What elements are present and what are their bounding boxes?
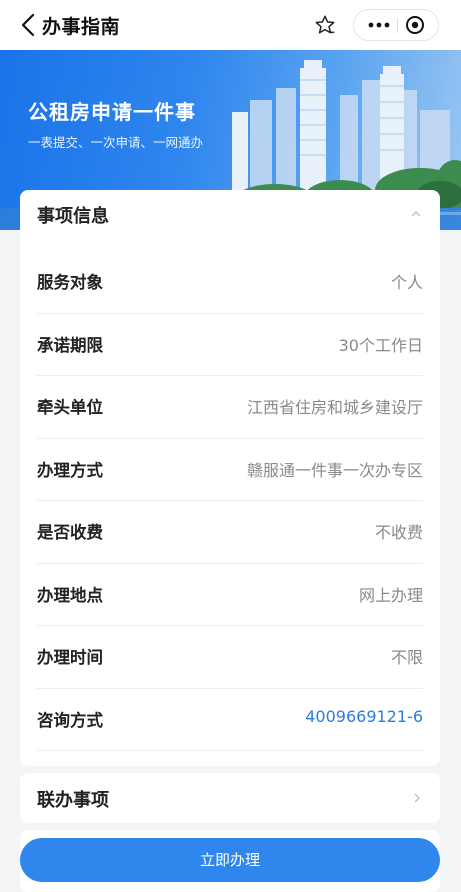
info-label: 牵头单位: [37, 398, 103, 417]
info-row-hours: 办理时间 不限: [37, 626, 423, 689]
banner-title: 公租房申请一件事: [28, 100, 196, 124]
banner-subtitle: 一表提交、一次申请、一网通办: [28, 135, 204, 150]
info-row-method: 办理方式 赣服通一件事一次办专区: [37, 439, 423, 501]
item-info-card: 事项信息 服务对象 个人 承诺期限 30个工作日 牵头单位 江西省住房和城乡建设…: [20, 190, 440, 766]
page-title: 办事指南: [42, 16, 121, 38]
apply-now-button[interactable]: 立即办理: [20, 838, 440, 882]
chevron-right-icon: [414, 793, 420, 803]
info-value: 不收费: [374, 523, 423, 542]
joint-items-row[interactable]: 联办事项: [20, 773, 440, 823]
navigation-bar: 办事指南: [0, 0, 461, 50]
info-value: 江西省住房和城乡建设厅: [246, 398, 423, 417]
contact-phone-link[interactable]: 4009669121-6: [305, 707, 423, 726]
mini-program-close-icon[interactable]: [405, 15, 425, 35]
info-row-service-target: 服务对象 个人: [37, 251, 423, 314]
chevron-up-icon[interactable]: [410, 208, 422, 220]
item-info-title: 事项信息: [37, 206, 109, 227]
info-label: 办理时间: [37, 648, 103, 667]
more-dots-icon[interactable]: [362, 10, 396, 40]
info-label: 咨询方式: [37, 710, 103, 730]
info-label: 承诺期限: [37, 335, 103, 355]
info-value: 赣服通一件事一次办专区: [246, 460, 423, 480]
chevron-left-icon[interactable]: [20, 13, 36, 37]
info-label: 办理方式: [37, 460, 103, 480]
item-info-header[interactable]: 事项信息: [20, 190, 440, 238]
star-icon[interactable]: [314, 14, 336, 36]
info-value: 网上办理: [358, 585, 423, 605]
info-value: 30个工作日: [338, 335, 423, 355]
info-label: 办理地点: [37, 585, 103, 605]
capsule-divider: [397, 18, 398, 33]
info-row-location: 办理地点 网上办理: [37, 564, 423, 626]
info-row-lead-unit: 牵头单位 江西省住房和城乡建设厅: [37, 376, 423, 439]
info-label: 是否收费: [37, 523, 103, 542]
info-value: 个人: [390, 273, 423, 292]
mini-program-capsule: [353, 9, 439, 41]
info-row-deadline: 承诺期限 30个工作日: [37, 314, 423, 376]
info-row-fee: 是否收费 不收费: [37, 501, 423, 564]
info-label: 服务对象: [37, 273, 103, 292]
info-row-contact: 咨询方式 4009669121-6: [37, 689, 423, 751]
info-list: 服务对象 个人 承诺期限 30个工作日 牵头单位 江西省住房和城乡建设厅 办理方…: [37, 251, 423, 751]
info-value: 不限: [390, 648, 423, 667]
joint-items-title: 联办事项: [37, 790, 109, 811]
